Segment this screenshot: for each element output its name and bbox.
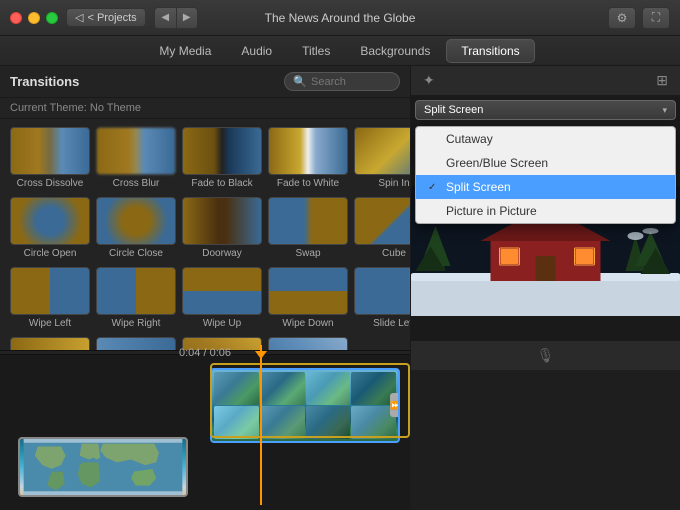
nav-arrows: ◀ ▶ [154,7,198,29]
titlebar: ◁ < Projects ◀ ▶ The News Around the Glo… [0,0,680,36]
panel-title: Transitions [10,74,79,89]
transition-thumb-doorway [182,197,262,245]
dropdown-arrow-icon: ▾ [662,105,667,116]
transition-item-fade-black[interactable]: Fade to Black [182,127,262,189]
transition-label-cross-dissolve: Cross Dissolve [17,178,84,189]
transition-item-cross-blur[interactable]: Cross Blur [96,127,176,189]
tabbar: My Media Audio Titles Backgrounds Transi… [0,36,680,66]
timeline-tracks: ⏩ [0,355,410,510]
nav-back-button[interactable]: ◀ [154,7,176,29]
transition-item-circle-open[interactable]: Circle Open [10,197,90,259]
transition-label-wipe-left: Wipe Left [29,318,71,329]
transition-thumb-wipe-up [182,267,262,315]
dropdown-item-split-screen[interactable]: ✓ Split Screen [416,175,675,199]
dropdown-item-label: Picture in Picture [446,204,537,218]
search-icon: 🔍 [293,75,307,88]
transition-label-wipe-right: Wipe Right [112,318,161,329]
transition-item-wipe-left[interactable]: Wipe Left [10,267,90,329]
transition-label-slide-left: Slide Left [373,318,410,329]
transition-item-swap[interactable]: Swap [268,197,348,259]
checkmark-icon: ✓ [428,182,440,193]
dropdown-item-label: Split Screen [446,180,511,194]
transitions-grid: Cross Dissolve Cross Blur Fade to Black Fad… [10,127,400,370]
timeline-wrapper: 0:04 / 0:06 [0,350,410,510]
fullscreen-icon[interactable]: ⛶ [642,7,670,29]
transition-item-cube[interactable]: Cube [354,197,410,259]
transition-item-wipe-down[interactable]: Wipe Down [268,267,348,329]
transition-thumb-wipe-right [96,267,176,315]
dropdown-overlay: Split Screen ▾ ↓ Cutaway Green/Blue Scre… [415,100,676,120]
dropdown-item-cutaway[interactable]: Cutaway [416,127,675,151]
minimize-button[interactable] [28,12,40,24]
transition-label-doorway: Doorway [202,248,241,259]
transition-thumb-fade-white [268,127,348,175]
split-screen-dropdown[interactable]: Split Screen ▾ [415,100,676,120]
traffic-lights [10,12,58,24]
transition-label-fade-white: Fade to White [277,178,339,189]
tab-my-media[interactable]: My Media [145,40,225,62]
settings-icon[interactable]: ⚙ [608,7,636,29]
right-panel-footer: 🎙 [411,340,680,370]
left-panel: Transitions 🔍 Current Theme: No Theme Cr… [0,66,410,370]
transition-label-swap: Swap [295,248,320,259]
transition-thumb-slide-left [354,267,410,315]
tab-titles[interactable]: Titles [288,40,344,62]
transition-item-doorway[interactable]: Doorway [182,197,262,259]
transition-label-circle-open: Circle Open [24,248,77,259]
transition-item-wipe-right[interactable]: Wipe Right [96,267,176,329]
dropdown-item-label: Green/Blue Screen [446,156,548,170]
clip-waterfall[interactable]: ⏩ [210,368,400,443]
transition-label-wipe-up: Wipe Up [203,318,241,329]
nav-forward-button[interactable]: ▶ [176,7,198,29]
transition-item-spin-in[interactable]: Spin In [354,127,410,189]
clip-world-map[interactable] [18,437,188,497]
right-panel-toolbar: ✦ ⊞ [411,66,680,96]
more-icon[interactable]: ⊞ [652,70,672,91]
dropdown-item-green/blue-screen[interactable]: Green/Blue Screen [416,151,675,175]
transition-label-cross-blur: Cross Blur [113,178,160,189]
transition-thumb-cross-dissolve [10,127,90,175]
transition-thumb-circle-close [96,197,176,245]
dropdown-item-label: Cutaway [446,132,493,146]
transition-item-slide-left[interactable]: Slide Left [354,267,410,329]
dropdown-menu: Cutaway Green/Blue Screen ✓ Split Screen P… [415,126,676,224]
search-box[interactable]: 🔍 [284,72,400,91]
transition-thumb-circle-open [10,197,90,245]
dropdown-label: Split Screen [424,104,483,116]
microphone-icon[interactable]: 🎙 [537,347,555,364]
transition-label-cube: Cube [382,248,406,259]
dropdown-item-picture-in-picture[interactable]: Picture in Picture [416,199,675,223]
transition-thumb-cross-blur [96,127,176,175]
transition-item-cross-dissolve[interactable]: Cross Dissolve [10,127,90,189]
wand-icon[interactable]: ✦ [419,70,439,91]
transition-thumb-spin-in [354,127,410,175]
maximize-button[interactable] [46,12,58,24]
projects-button[interactable]: ◁ < Projects [66,8,146,27]
tab-transitions[interactable]: Transitions [446,39,534,63]
transition-item-fade-white[interactable]: Fade to White [268,127,348,189]
transition-label-fade-black: Fade to Black [191,178,252,189]
transition-item-wipe-up[interactable]: Wipe Up [182,267,262,329]
transition-label-spin-in: Spin In [378,178,409,189]
right-panel: ✦ ⊞ Split Screen ▾ ↓ Cutaway Green/Blue … [410,66,680,370]
search-input[interactable] [311,76,391,88]
transition-label-wipe-down: Wipe Down [282,318,333,329]
transition-thumb-cube [354,197,410,245]
transitions-area: Cross Dissolve Cross Blur Fade to Black Fad… [0,119,410,370]
panel-header: Transitions 🔍 [0,66,410,98]
viewer-area: Split Screen ▾ ↓ Cutaway Green/Blue Scre… [411,96,680,340]
close-button[interactable] [10,12,22,24]
transition-thumb-wipe-down [268,267,348,315]
transition-thumb-swap [268,197,348,245]
transition-label-circle-close: Circle Close [109,248,163,259]
theme-label: Current Theme: No Theme [0,98,410,119]
transition-thumb-fade-black [182,127,262,175]
transition-thumb-wipe-left [10,267,90,315]
tab-audio[interactable]: Audio [227,40,286,62]
toolbar-right: ⚙ ⛶ [608,7,670,29]
tab-backgrounds[interactable]: Backgrounds [346,40,444,62]
chevron-left-icon: ◁ [75,11,83,24]
window-title: The News Around the Globe [265,11,416,25]
transition-item-circle-close[interactable]: Circle Close [96,197,176,259]
